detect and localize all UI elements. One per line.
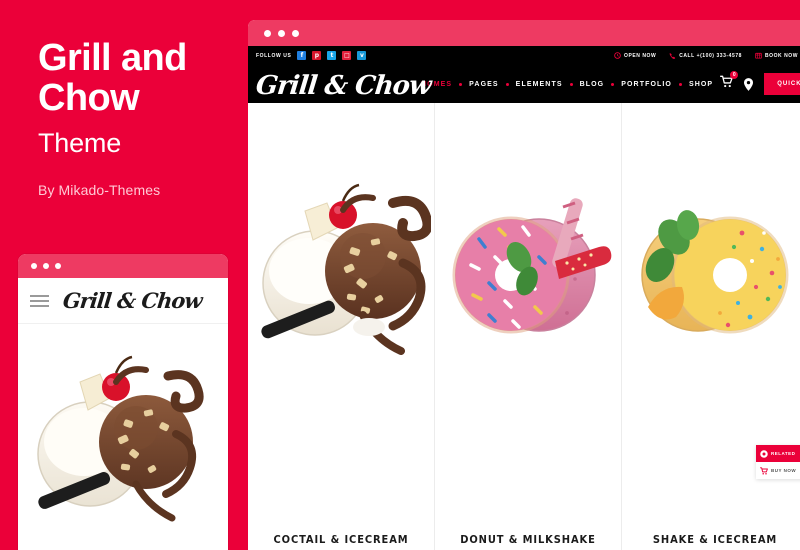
milkshake-chocolate-icecream-image: [261, 183, 431, 355]
vimeo-icon[interactable]: v: [357, 51, 367, 60]
title-line-2: Chow: [38, 77, 140, 119]
cart-count-badge: 0: [730, 71, 739, 79]
nav-item-pages[interactable]: Pages: [462, 81, 506, 88]
related-button[interactable]: Related: [756, 445, 800, 462]
quick-order-button[interactable]: Quick Order: [764, 73, 800, 95]
page-subtitle: Theme: [38, 128, 122, 158]
site-logo[interactable]: Grill & Chow: [254, 71, 432, 101]
topbar-social-group: Follow Us f p t □ v: [256, 51, 367, 60]
call-item[interactable]: Call +(100) 333-4578: [669, 52, 742, 59]
window-dot-minimize-icon[interactable]: [278, 29, 285, 37]
product-grid: Coctail & Icecream: [248, 103, 800, 550]
cart-button[interactable]: 0: [720, 71, 739, 93]
nav-item-elements[interactable]: Elements: [509, 81, 570, 88]
product-title: Coctail & Icecream: [273, 533, 409, 546]
mobile-hero-image: [18, 324, 228, 550]
follow-us-label: Follow Us: [256, 52, 292, 59]
browser-window: Follow Us f p t □ v Open Now Call +(100)…: [248, 20, 800, 550]
twitter-icon[interactable]: t: [327, 51, 337, 60]
nav-item-blog[interactable]: Blog: [573, 81, 612, 88]
window-dot-close-icon[interactable]: [31, 263, 37, 269]
open-now-item[interactable]: Open Now: [614, 52, 656, 59]
donut-strawberry-smoothie-image: [452, 198, 612, 334]
window-dot-maximize-icon[interactable]: [55, 263, 61, 269]
nav-item-portfolio[interactable]: Portfolio: [614, 81, 679, 88]
phone-icon: [669, 53, 676, 59]
mobile-site-header: Grill & Chow: [18, 278, 228, 324]
window-dot-maximize-icon[interactable]: [292, 29, 299, 37]
instagram-icon[interactable]: □: [342, 51, 352, 60]
navbar-actions: 0 Quick Order: [720, 71, 800, 95]
buy-now-label: Buy Now: [771, 468, 797, 473]
site-topbar: Follow Us f p t □ v Open Now Call +(100)…: [248, 46, 800, 65]
book-now-item[interactable]: Book Now: [755, 52, 798, 59]
topbar-info-group: Open Now Call +(100) 333-4578 Book Now: [614, 52, 798, 59]
mobile-titlebar: [18, 254, 228, 278]
facebook-icon[interactable]: f: [297, 51, 307, 60]
circle-dot-icon: [760, 449, 768, 458]
product-card-coctail-icecream[interactable]: Coctail & Icecream: [248, 103, 435, 550]
nav-item-shop[interactable]: Shop: [682, 81, 720, 88]
related-label: Related: [771, 451, 796, 456]
buy-now-button[interactable]: Buy Now: [756, 462, 800, 479]
book-now-label: Book Now: [764, 52, 798, 59]
clock-icon: [614, 52, 621, 59]
cart-icon: [760, 466, 768, 475]
milkshake-icecream-illustration: [37, 355, 204, 522]
pinterest-icon[interactable]: p: [312, 51, 322, 60]
author-byline: By Mikado-Themes: [38, 182, 161, 198]
page-title: Grill and Chow: [38, 38, 208, 118]
main-menu: Homes Pages Elements Blog Portfolio Shop: [414, 81, 720, 88]
product-card-donut-milkshake[interactable]: Donut & Milkshake: [435, 103, 622, 550]
product-title: Donut & Milkshake: [460, 533, 596, 546]
mobile-preview-window: Grill & Chow: [18, 254, 228, 550]
map-pin-icon[interactable]: [744, 77, 754, 91]
open-now-label: Open Now: [624, 52, 657, 59]
browser-titlebar: [248, 20, 800, 46]
window-dot-minimize-icon[interactable]: [43, 263, 49, 269]
site-navbar: Grill & Chow Homes Pages Elements Blog P…: [248, 65, 800, 103]
product-title: Shake & Icecream: [652, 533, 778, 546]
product-card-shake-icecream[interactable]: Shake & Icecream: [622, 103, 800, 550]
mango-shake-yellow-donut-image: [641, 210, 789, 334]
mobile-site-logo[interactable]: Grill & Chow: [62, 288, 203, 313]
side-widget: Related Buy Now: [756, 445, 800, 479]
call-label: Call +(100) 333-4578: [679, 52, 742, 59]
window-dot-close-icon[interactable]: [264, 29, 271, 37]
calendar-icon: [755, 52, 762, 59]
title-line-1: Grill and: [38, 37, 187, 79]
hamburger-icon[interactable]: [30, 294, 49, 307]
